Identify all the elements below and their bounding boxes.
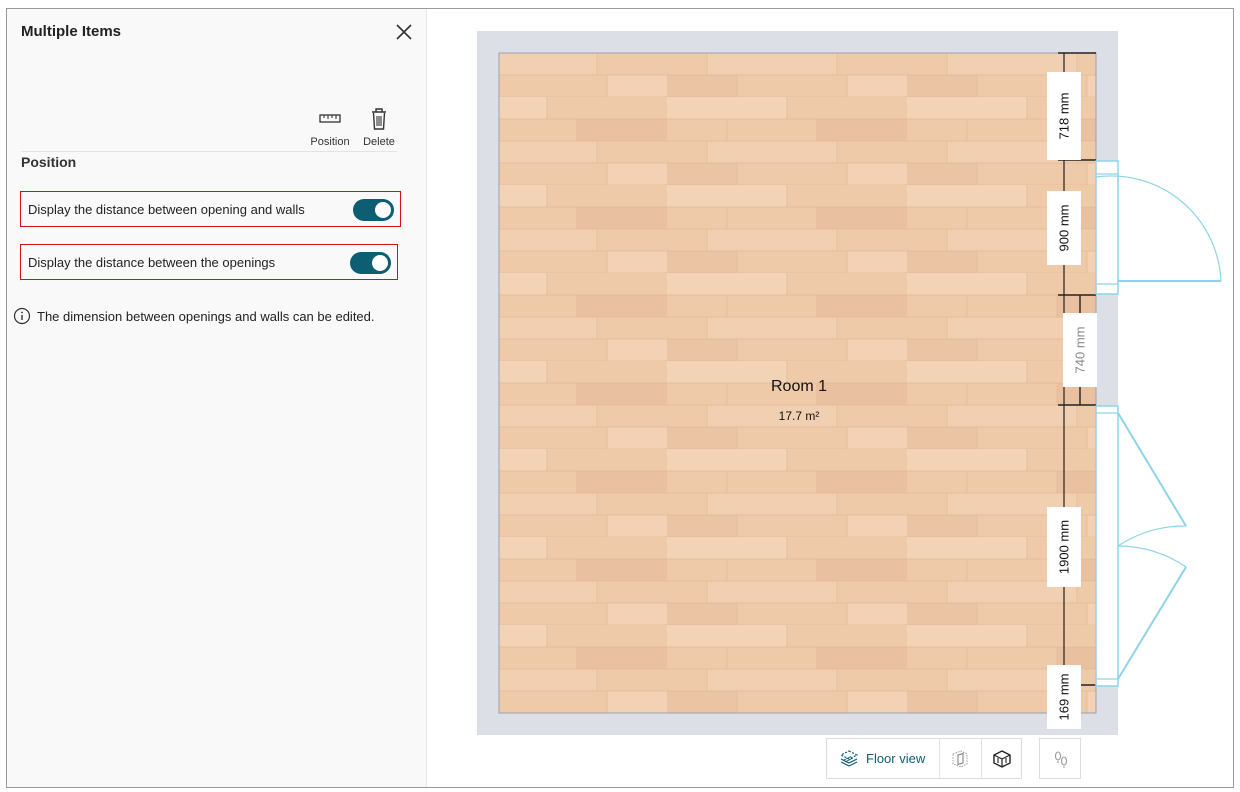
door-leaf-bottom (1117, 566, 1187, 680)
floor-view-label: Floor view (866, 751, 926, 766)
section-title: Position (21, 154, 77, 170)
floor-plan (477, 31, 1222, 735)
room-name[interactable]: Room 1 (739, 378, 859, 396)
opening-door-single (1095, 160, 1119, 295)
3d-view-icon (993, 750, 1011, 768)
wall-view-icon (952, 750, 968, 768)
trash-icon (372, 108, 386, 130)
delete-label: Delete (363, 136, 395, 148)
dimension-label[interactable]: 740 mm (1063, 313, 1097, 387)
close-button[interactable] (393, 21, 415, 43)
floor-view-button[interactable]: Floor view (827, 739, 940, 778)
option-label: Display the distance between opening and… (28, 202, 305, 217)
panel-title: Multiple Items (21, 23, 122, 40)
toggle-distance-opening-walls[interactable] (353, 199, 394, 221)
opening-door-double (1095, 405, 1119, 687)
ruler-icon (319, 114, 341, 123)
option-row-distance-opening-walls: Display the distance between opening and… (20, 191, 401, 227)
walk-view-icon (1054, 751, 1068, 768)
door-swing-top (1117, 525, 1187, 547)
app-window: Multiple Items Position Delete Position (6, 8, 1234, 788)
toggle-knob (375, 202, 391, 218)
info-text: The dimension between openings and walls… (37, 309, 375, 324)
wall-view-button[interactable] (939, 739, 982, 778)
delete-button[interactable]: Delete (359, 105, 399, 148)
dimension-value: 1900 mm (1056, 519, 1072, 575)
properties-panel: Multiple Items Position Delete Position (7, 9, 427, 787)
option-label: Display the distance between the opening… (28, 255, 276, 270)
divider (21, 151, 397, 152)
dimension-label[interactable]: 900 mm (1047, 191, 1081, 265)
option-row-distance-openings: Display the distance between the opening… (20, 244, 398, 280)
dimension-value: 740 mm (1072, 326, 1088, 374)
toggle-distance-openings[interactable] (350, 252, 391, 274)
dimension-label[interactable]: 1900 mm (1047, 507, 1081, 587)
dimension-value: 718 mm (1056, 92, 1072, 140)
floor-plan-canvas[interactable]: Room 1 17.7 m² 718 mm 900 mm 740 mm 1900… (427, 9, 1233, 787)
info-icon (13, 307, 31, 325)
floor-view-icon (839, 750, 859, 767)
room-area: 17.7 m² (778, 409, 820, 423)
info-note: The dimension between openings and walls… (13, 307, 375, 325)
position-tool-button[interactable]: Position (309, 105, 351, 148)
dimension-value: 169 mm (1056, 673, 1072, 721)
toggle-knob (372, 255, 388, 271)
door-leaf-top (1117, 412, 1187, 527)
3d-view-button[interactable] (981, 739, 1021, 778)
dimension-label[interactable]: 169 mm (1047, 665, 1081, 729)
close-icon (396, 24, 412, 40)
dimension-label[interactable]: 718 mm (1047, 72, 1081, 160)
position-tool-label: Position (310, 136, 350, 148)
view-toolbar: Floor view (826, 738, 1022, 779)
dimension-value: 900 mm (1056, 204, 1072, 252)
door-swing-bottom (1117, 545, 1187, 568)
walk-view-button[interactable] (1039, 738, 1081, 779)
